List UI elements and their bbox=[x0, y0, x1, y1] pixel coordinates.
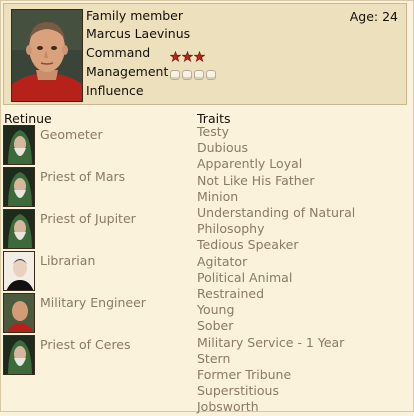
command-rating bbox=[170, 47, 206, 66]
command-star-icon bbox=[170, 51, 181, 62]
trait-item[interactable]: Young bbox=[197, 302, 409, 318]
trait-item[interactable]: Former Tribune bbox=[197, 367, 409, 383]
management-laurel-icon bbox=[194, 70, 204, 80]
soldier-portrait-icon[interactable] bbox=[3, 293, 35, 333]
pale-scholar-icon[interactable] bbox=[3, 251, 35, 291]
retinue-item[interactable]: Priest of Mars bbox=[3, 167, 193, 209]
character-name: Marcus Laevinus bbox=[86, 26, 191, 41]
trait-item[interactable]: Sober bbox=[197, 318, 409, 334]
retinue-item-label: Priest of Jupiter bbox=[40, 211, 136, 226]
command-label: Command bbox=[86, 45, 151, 60]
retinue-item[interactable]: Military Engineer bbox=[3, 293, 193, 335]
command-star-icon bbox=[194, 51, 205, 62]
trait-item[interactable]: Minion bbox=[197, 189, 409, 205]
hooded-elder-icon[interactable] bbox=[3, 335, 35, 375]
influence-label: Influence bbox=[86, 83, 144, 98]
character-header-panel: Family member Age: 24 Marcus Laevinus Co… bbox=[3, 3, 407, 105]
trait-item[interactable]: Testy bbox=[197, 124, 409, 140]
trait-item[interactable]: Agitator bbox=[197, 254, 409, 270]
retinue-item[interactable]: Priest of Jupiter bbox=[3, 209, 193, 251]
retinue-item-label: Librarian bbox=[40, 253, 96, 268]
trait-item[interactable]: Political Animal bbox=[197, 270, 409, 286]
character-portrait[interactable] bbox=[11, 9, 83, 102]
trait-item[interactable]: Stern bbox=[197, 351, 409, 367]
trait-item[interactable]: Tedious Speaker bbox=[197, 237, 409, 253]
retinue-item-label: Priest of Ceres bbox=[40, 337, 131, 352]
management-laurel-icon bbox=[206, 70, 216, 80]
retinue-item-label: Geometer bbox=[40, 127, 103, 142]
character-type-label: Family member bbox=[86, 8, 184, 23]
retinue-item[interactable]: Priest of Ceres bbox=[3, 335, 193, 377]
management-label: Management bbox=[86, 64, 169, 79]
management-laurel-icon bbox=[182, 70, 192, 80]
trait-item[interactable]: Restrained bbox=[197, 286, 409, 302]
trait-item[interactable]: Military Service - 1 Year bbox=[197, 335, 409, 351]
trait-item[interactable]: Apparently Loyal bbox=[197, 156, 409, 172]
traits-list: Testy Dubious Apparently Loyal Not Like … bbox=[197, 124, 409, 416]
trait-item[interactable]: Superstitious bbox=[197, 383, 409, 399]
trait-item[interactable]: Not Like His Father bbox=[197, 173, 409, 189]
retinue-item-label: Military Engineer bbox=[40, 295, 146, 310]
management-rating bbox=[170, 65, 218, 84]
hooded-elder-icon[interactable] bbox=[3, 209, 35, 249]
retinue-item-label: Priest of Mars bbox=[40, 169, 126, 184]
character-age: Age: 24 bbox=[349, 9, 398, 24]
hooded-elder-icon[interactable] bbox=[3, 167, 35, 207]
retinue-item[interactable]: Librarian bbox=[3, 251, 193, 293]
trait-item[interactable]: Dubious bbox=[197, 140, 409, 156]
trait-item[interactable]: Understanding of Natural Philosophy bbox=[197, 205, 409, 237]
retinue-item[interactable]: Geometer bbox=[3, 125, 193, 167]
hooded-elder-icon[interactable] bbox=[3, 125, 35, 165]
management-laurel-icon bbox=[170, 70, 180, 80]
command-star-icon bbox=[182, 51, 193, 62]
retinue-heading: Retinue bbox=[4, 111, 52, 126]
trait-item[interactable]: Jobsworth bbox=[197, 399, 409, 415]
